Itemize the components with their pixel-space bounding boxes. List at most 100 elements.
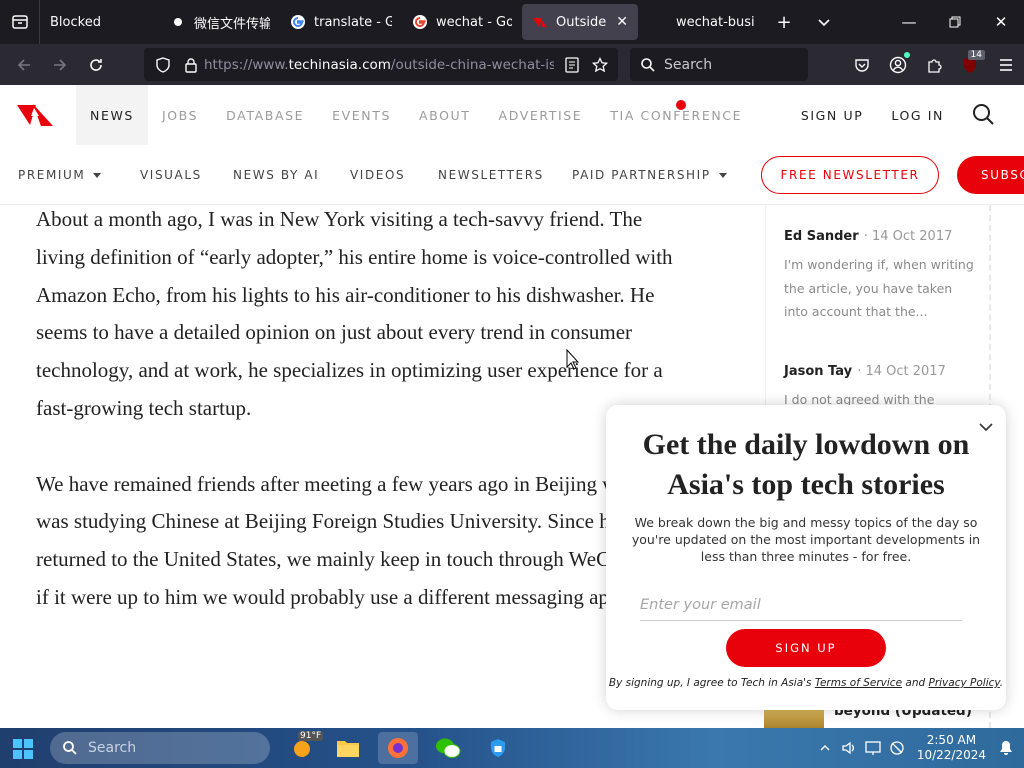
site-header: NEWS JOBS DATABASE EVENTS ABOUT ADVERTIS… — [0, 85, 1024, 145]
sign-up-link[interactable]: SIGN UP — [801, 108, 864, 123]
site-search-button[interactable] — [972, 103, 994, 128]
hamburger-icon — [1000, 58, 1012, 71]
taskbar-security-app[interactable] — [478, 732, 518, 764]
subnav-visuals[interactable]: VISUALS — [140, 168, 202, 182]
firefox-icon — [388, 738, 408, 758]
legal-and: and — [902, 677, 929, 689]
auth-links: SIGN UP LOG IN — [801, 85, 994, 145]
url-path: /outside-china-wechat-is-a-fis — [390, 56, 554, 73]
nav-advertise[interactable]: ADVERTISE — [485, 85, 597, 145]
puzzle-icon — [928, 58, 942, 73]
nav-jobs[interactable]: JOBS — [148, 85, 212, 145]
subnav-label: PAID PARTNERSHIP — [572, 168, 711, 182]
status-dot — [904, 52, 910, 58]
clock[interactable]: 2:50 AM 10/22/2024 — [917, 733, 986, 763]
search-bar[interactable]: Search — [630, 48, 808, 81]
nav-about[interactable]: ABOUT — [405, 85, 485, 145]
reload-icon — [90, 58, 102, 71]
subnav-newsletters[interactable]: NEWSLETTERS — [438, 168, 544, 182]
browser-tab[interactable]: 微信文件传输助手 — [160, 4, 280, 40]
back-button[interactable] — [6, 49, 42, 81]
subnav-premium[interactable]: PREMIUM — [18, 168, 102, 182]
tab-title: 微信文件传输助手 — [194, 16, 270, 32]
minimize-button[interactable]: — — [886, 0, 932, 44]
log-in-link[interactable]: LOG IN — [891, 108, 944, 123]
shield-icon[interactable] — [148, 56, 178, 73]
browser-tab[interactable]: translate - Goo — [280, 4, 402, 40]
email-input[interactable] — [640, 589, 962, 621]
privacy-policy-link[interactable]: Privacy Policy — [928, 677, 999, 689]
ublock-button[interactable]: 14 — [952, 48, 988, 81]
taskbar-firefox[interactable] — [378, 732, 418, 764]
subnav-label: PREMIUM — [18, 168, 86, 182]
browser-tab[interactable]: wechat-busine — [638, 4, 764, 40]
reload-button[interactable] — [78, 49, 114, 81]
new-tab-button[interactable]: + — [764, 0, 804, 44]
browser-tab[interactable]: Blocked — [40, 4, 160, 40]
notification-bell-icon[interactable] — [994, 740, 1018, 756]
close-icon[interactable]: ✕ — [616, 14, 628, 30]
comment-date: 14 Oct 2017 — [872, 229, 953, 244]
close-window-button[interactable]: ✕ — [978, 0, 1024, 44]
nav-news[interactable]: NEWS — [76, 85, 148, 145]
nav-tia-conference[interactable]: TIA CONFERENCE — [596, 85, 756, 145]
nav-database[interactable]: DATABASE — [212, 85, 318, 145]
pocket-icon — [855, 58, 869, 72]
list-all-tabs-button[interactable] — [804, 0, 844, 44]
reader-view-icon[interactable] — [558, 56, 586, 73]
taskbar-wechat[interactable] — [428, 732, 468, 764]
forward-button[interactable] — [42, 49, 78, 81]
article-paragraph: We have remained friends after meeting a… — [36, 471, 674, 609]
network-offline-icon[interactable] — [885, 740, 909, 756]
extensions-button[interactable] — [916, 48, 952, 81]
url-text[interactable]: https://www.techinasia.com/outside-china… — [204, 57, 554, 73]
volume-icon[interactable] — [837, 740, 861, 756]
comment-author[interactable]: Ed Sander — [784, 229, 859, 244]
terms-of-service-link[interactable]: Terms of Service — [815, 677, 902, 689]
sub-nav: PREMIUM VISUALS NEWS BY AI VIDEOS NEWSLE… — [0, 145, 1024, 205]
comment-text: I'm wondering if, when writing the artic… — [784, 257, 974, 319]
comment-item[interactable]: Ed Sander · 14 Oct 2017 I'm wondering if… — [766, 225, 989, 324]
restore-button[interactable] — [932, 0, 978, 44]
menu-button[interactable] — [988, 48, 1024, 81]
wechat-file-icon — [170, 14, 186, 30]
lock-icon[interactable] — [178, 57, 204, 73]
account-button[interactable] — [880, 48, 916, 81]
google-icon — [412, 14, 428, 30]
nav-events[interactable]: EVENTS — [318, 85, 405, 145]
pocket-button[interactable] — [844, 48, 880, 81]
subnav-paid-partnership[interactable]: PAID PARTNERSHIP — [572, 168, 727, 182]
caret-down-icon — [718, 173, 727, 178]
newsletter-sign-up-button[interactable]: SIGN UP — [726, 629, 886, 667]
taskbar-file-explorer[interactable] — [328, 732, 368, 764]
close-icon: ✕ — [994, 13, 1008, 31]
url-bar[interactable]: https://www.techinasia.com/outside-china… — [144, 48, 618, 81]
display-icon[interactable] — [861, 740, 885, 756]
tab-menu-icon — [11, 15, 28, 29]
subnav-news-by-ai[interactable]: NEWS BY AI — [233, 168, 319, 182]
related-article-thumbnail[interactable] — [764, 710, 824, 728]
subnav-videos[interactable]: VIDEOS — [350, 168, 405, 182]
tab-list-button[interactable] — [0, 0, 40, 44]
plus-icon: + — [776, 11, 792, 33]
chevron-up-icon[interactable] — [813, 742, 837, 754]
subscribe-button[interactable]: SUBSC — [957, 156, 1024, 194]
notification-dot — [676, 100, 686, 110]
bookmark-star-icon[interactable] — [586, 56, 614, 73]
tab-title: wechat - Goog — [436, 14, 512, 30]
free-newsletter-button[interactable]: FREE NEWSLETTER — [761, 156, 939, 194]
browser-tab[interactable]: wechat - Goog — [402, 4, 522, 40]
minimize-icon: — — [901, 13, 917, 31]
shield-icon — [491, 739, 505, 757]
url-domain: techinasia.com — [288, 56, 391, 73]
start-button[interactable] — [12, 738, 34, 764]
arrow-right-icon — [54, 58, 67, 71]
mouse-cursor-icon — [566, 348, 580, 375]
browser-tab-active[interactable]: Outside of C ✕ — [522, 4, 638, 40]
techinasia-logo[interactable] — [16, 99, 54, 135]
comment-author[interactable]: Jason Tay — [784, 364, 852, 379]
article-body: About a month ago, I was in New York vis… — [36, 201, 676, 728]
account-icon — [889, 56, 907, 73]
taskbar-search[interactable]: Search — [50, 732, 270, 764]
google-icon — [290, 14, 306, 30]
